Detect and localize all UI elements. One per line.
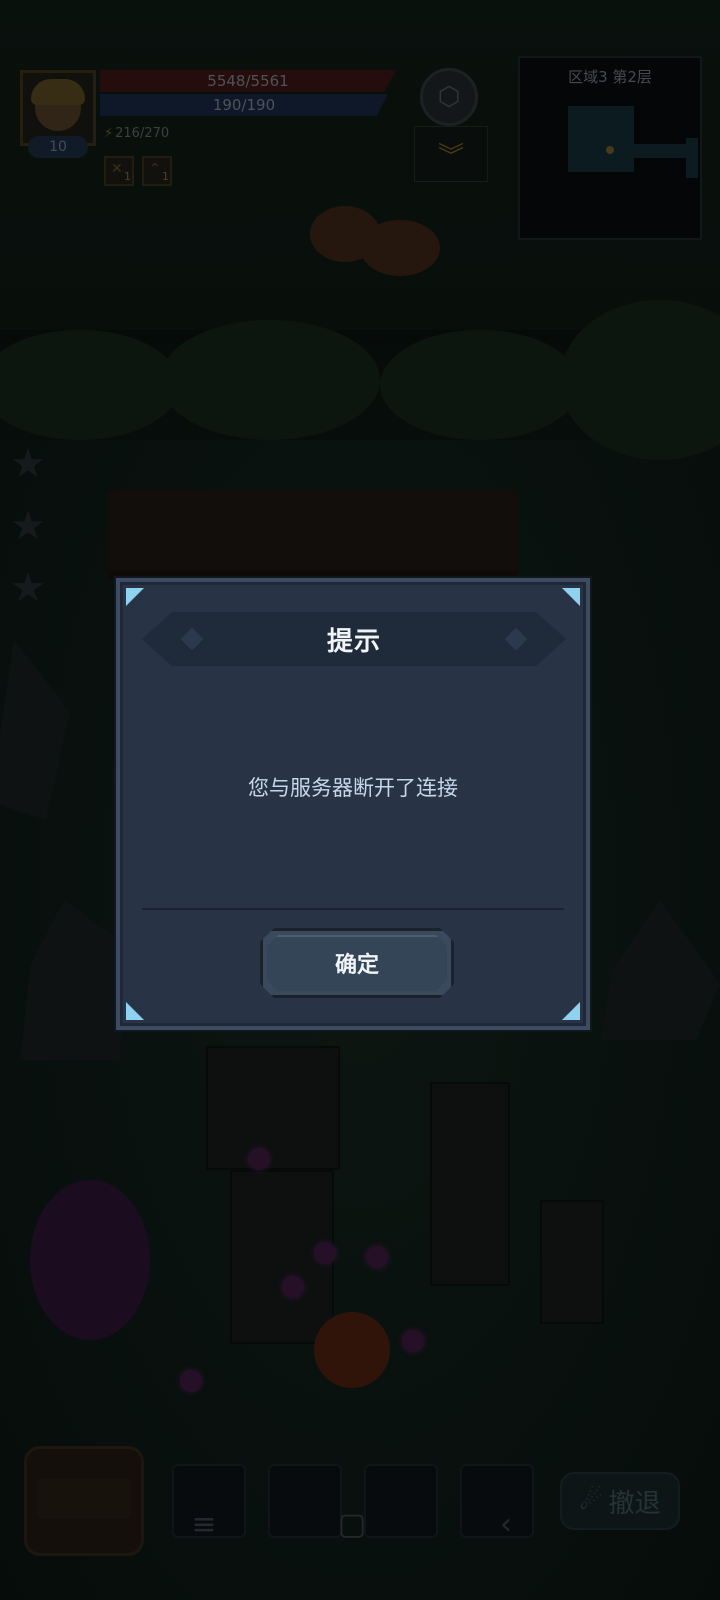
dialog-title: 提示 xyxy=(326,626,381,657)
divider xyxy=(142,908,564,910)
diamond-ornament-icon xyxy=(181,628,204,651)
dialog-message: 您与服务器断开了连接 xyxy=(248,776,458,800)
corner-ornament xyxy=(126,1002,144,1020)
diamond-ornament-icon xyxy=(505,628,528,651)
disconnect-dialog: 提示 您与服务器断开了连接 确定 xyxy=(116,578,590,1030)
corner-ornament xyxy=(126,588,144,606)
corner-ornament xyxy=(562,1002,580,1020)
confirm-label: 确定 xyxy=(334,953,379,978)
confirm-button[interactable]: 确定 xyxy=(260,928,454,998)
corner-ornament xyxy=(562,588,580,606)
dialog-header: 提示 xyxy=(142,612,566,666)
